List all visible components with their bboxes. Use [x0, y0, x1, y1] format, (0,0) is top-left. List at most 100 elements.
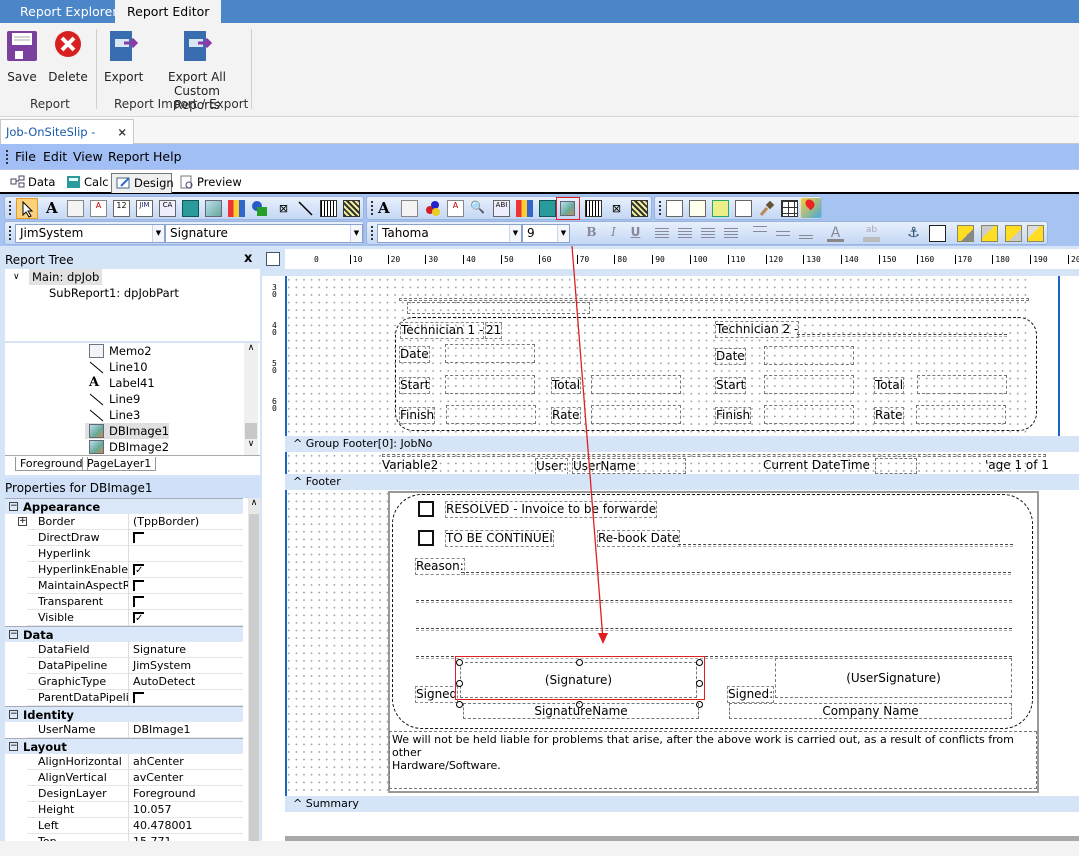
property-value[interactable] [128, 594, 144, 610]
property-value[interactable]: avCenter [128, 770, 183, 786]
tab-preview[interactable]: Preview [175, 173, 242, 193]
property-row[interactable]: UserName DBImage1 [27, 722, 243, 738]
properties-scrollbar[interactable]: ∧ [248, 498, 260, 841]
tab-pagelayer1[interactable]: PageLayer1 [82, 457, 157, 471]
checkbox-unchecked[interactable] [133, 596, 144, 607]
property-value[interactable]: ✓ [128, 562, 144, 578]
property-row[interactable]: ParentDataPipeline [27, 690, 243, 706]
scroll-up-icon[interactable]: ∧ [248, 498, 260, 508]
property-row[interactable]: Transparent [27, 594, 243, 610]
property-row[interactable]: Height 10.057 [27, 802, 243, 818]
property-row[interactable]: GraphicType AutoDetect [27, 674, 243, 690]
chart-tool-icon[interactable] [228, 200, 245, 217]
select-pointer-button[interactable] [16, 198, 38, 219]
image-tool-icon[interactable] [205, 200, 222, 217]
property-row[interactable]: + Border (TppBorder) [18, 514, 243, 530]
chevron-down-icon[interactable]: ∨ [13, 269, 20, 285]
export-button[interactable]: Export [104, 29, 143, 84]
label-tool-icon[interactable]: A [46, 200, 63, 217]
menu-help[interactable]: Help [153, 149, 182, 164]
close-icon[interactable]: x [244, 251, 252, 266]
property-value[interactable]: 15.771 [128, 834, 172, 841]
expand-icon[interactable]: + [18, 517, 27, 526]
property-category-layout[interactable]: − Layout [5, 738, 243, 754]
property-value[interactable]: DBImage1 [128, 722, 190, 738]
tree-item[interactable]: Line10 [85, 359, 148, 375]
tab-data[interactable]: Data [6, 173, 58, 193]
datapipeline-combo[interactable]: JimSystem ▼ [15, 224, 165, 243]
property-row[interactable]: HyperlinkEnabled ✓ [27, 562, 243, 578]
tree-scrollbar[interactable]: ∧ ∨ [244, 343, 258, 455]
tab-report-editor[interactable]: Report Editor [115, 0, 222, 23]
scroll-down-icon[interactable]: ∨ [244, 439, 258, 449]
checkbox-unchecked[interactable] [133, 580, 144, 591]
tab-report-explorer[interactable]: Report Explorer [8, 0, 129, 23]
property-value[interactable]: 40.478001 [128, 818, 193, 834]
property-value[interactable]: Signature [128, 642, 186, 658]
property-row[interactable]: DataField Signature [27, 642, 243, 658]
grip-handle[interactable] [6, 150, 9, 164]
close-icon[interactable]: × [117, 120, 127, 144]
property-row[interactable]: Visible ✓ [27, 610, 243, 626]
property-value[interactable]: AutoDetect [128, 674, 195, 690]
property-row[interactable]: AlignVertical avCenter [27, 770, 243, 786]
grip-handle[interactable] [9, 226, 12, 240]
collapse-icon[interactable]: − [9, 742, 18, 751]
tree-item[interactable]: A Label41 [85, 375, 155, 391]
property-category-data[interactable]: − Data [5, 626, 243, 642]
collapse-icon[interactable]: − [9, 710, 18, 719]
scrollbar-thumb[interactable] [249, 514, 259, 841]
grip-handle[interactable] [9, 201, 12, 215]
property-row[interactable]: DesignLayer Foreground [27, 786, 243, 802]
sysvar-tool-icon[interactable]: 12 [113, 200, 130, 217]
tree-node-main[interactable]: Main: dpJob [29, 269, 103, 285]
checkbox-unchecked[interactable] [133, 532, 144, 543]
tab-calc[interactable]: Calc [62, 173, 109, 193]
document-tab[interactable]: Job-OnSiteSlip - Copy × [0, 119, 134, 163]
property-value[interactable] [128, 690, 144, 706]
tree-item[interactable]: Memo2 [85, 343, 152, 359]
menu-edit[interactable]: Edit [43, 149, 67, 164]
checkbox-checked[interactable]: ✓ [133, 564, 144, 576]
variable-tool-icon[interactable]: JIM [136, 200, 153, 217]
scroll-up-icon[interactable]: ∧ [244, 343, 258, 353]
property-value[interactable] [128, 546, 133, 562]
property-row[interactable]: MaintainAspectRa [27, 578, 243, 594]
property-value[interactable] [128, 530, 144, 546]
tree-item[interactable]: Line9 [85, 391, 140, 407]
property-row[interactable]: Top15.771 [27, 834, 243, 841]
property-value[interactable]: JimSystem [128, 658, 191, 674]
menu-view[interactable]: View [73, 149, 103, 164]
save-button[interactable]: Save [4, 29, 40, 84]
property-row[interactable]: DirectDraw [27, 530, 243, 546]
tab-design[interactable]: Design [111, 173, 174, 193]
property-value[interactable]: ✓ [128, 610, 144, 626]
tab-foreground[interactable]: Foreground [15, 457, 88, 471]
property-value[interactable] [128, 578, 144, 594]
delete-button[interactable]: Delete [48, 29, 88, 84]
dbcalc-tool-icon[interactable]: CA [159, 200, 176, 217]
checkbox-checked[interactable]: ✓ [133, 612, 144, 624]
property-row[interactable]: DataPipeline JimSystem [27, 658, 243, 674]
scrollbar-thumb[interactable] [245, 423, 257, 439]
tree-item[interactable]: DBImage2 [85, 439, 169, 455]
chevron-down-icon[interactable]: ▼ [152, 225, 164, 242]
property-value[interactable]: ahCenter [128, 754, 184, 770]
memo-tool-icon[interactable] [67, 200, 84, 217]
property-category-appearance[interactable]: − Appearance [5, 498, 243, 514]
tree-item[interactable]: Line3 [85, 407, 140, 423]
property-row[interactable]: Hyperlink [27, 546, 243, 562]
property-value[interactable]: 10.057 [128, 802, 172, 818]
menu-file[interactable]: File [15, 149, 36, 164]
property-row[interactable]: AlignHorizontal ahCenter [27, 754, 243, 770]
checkbox-unchecked[interactable] [133, 692, 144, 703]
property-category-identity[interactable]: − Identity [5, 706, 243, 722]
collapse-icon[interactable]: − [9, 630, 18, 639]
property-value[interactable]: (TppBorder) [128, 514, 199, 530]
collapse-icon[interactable]: − [9, 502, 18, 511]
property-value[interactable]: Foreground [128, 786, 196, 802]
tree-node-subreport[interactable]: SubReport1: dpJobPart [49, 285, 179, 301]
richtext-tool-icon[interactable]: A [90, 200, 107, 217]
calc-tool-icon[interactable] [182, 200, 199, 217]
menu-report[interactable]: Report [108, 149, 149, 164]
